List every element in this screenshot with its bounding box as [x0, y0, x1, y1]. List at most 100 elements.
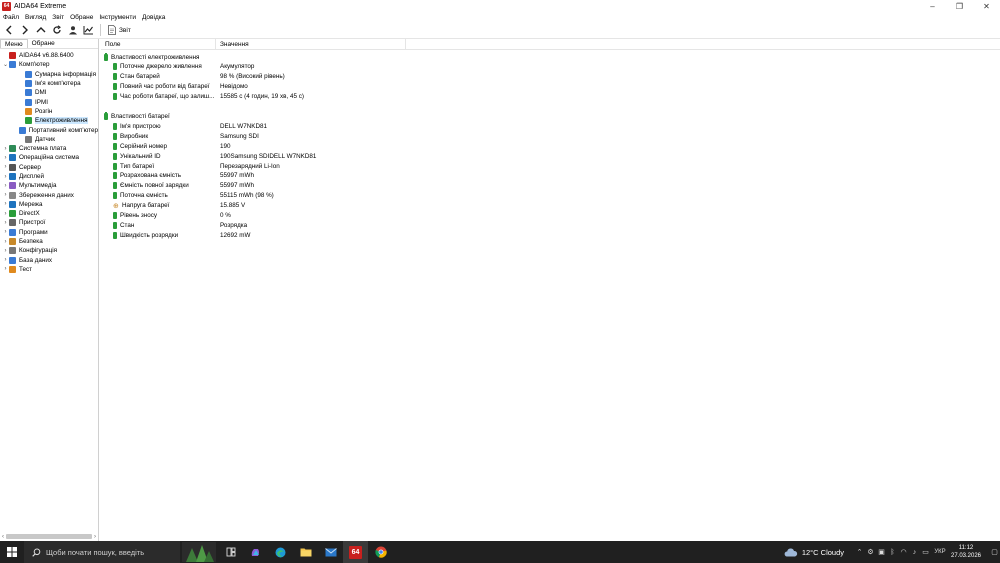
clock[interactable]: 11:12 27.03.2026 [949, 544, 983, 560]
column-value-header[interactable]: Значення [216, 38, 406, 50]
up-button[interactable] [33, 23, 48, 38]
aida64-taskbar-app[interactable]: 64 [343, 541, 368, 563]
tree-item[interactable]: Ім'я комп'ютера [0, 79, 98, 88]
back-button[interactable] [1, 23, 16, 38]
scroll-right-icon[interactable]: › [94, 534, 98, 540]
tree-item[interactable]: › Пристрої [0, 218, 98, 227]
tree-item[interactable]: › Тест [0, 265, 98, 274]
menu-help[interactable]: Довідка [142, 14, 165, 21]
property-row[interactable]: Повний час роботи від батареї Невідомо [101, 82, 1000, 92]
tree-item[interactable]: › Мережа [0, 200, 98, 209]
menu-report[interactable]: Звіт [52, 14, 64, 21]
tree-item[interactable]: Розгін [0, 107, 98, 116]
column-field-header[interactable]: Поле [101, 38, 216, 50]
forward-button[interactable] [17, 23, 32, 38]
settings-tray-icon[interactable]: ⚙ [865, 548, 876, 556]
tree-item[interactable]: › База даних [0, 256, 98, 265]
tree-item[interactable]: AIDA64 v6.88.6400 [0, 51, 98, 60]
scrollbar-thumb[interactable] [6, 534, 92, 539]
property-row[interactable]: Ім'я пристрою DELL W7NKD81 [101, 122, 1000, 132]
property-group-header[interactable]: Властивості батареї [101, 112, 1000, 122]
copilot-app[interactable] [243, 541, 268, 563]
menu-favorites[interactable]: Обране [70, 14, 93, 21]
tree-item[interactable]: Сумарна інформація [0, 70, 98, 79]
volume-icon[interactable]: ♪ [909, 549, 920, 556]
expand-chevron-icon[interactable]: › [2, 183, 9, 189]
property-row[interactable]: Швидкість розрядки 12692 mW [101, 230, 1000, 240]
property-row[interactable]: Час роботи батареї, що залиш... 15585 с (… [101, 92, 1000, 102]
expand-chevron-icon[interactable]: › [2, 174, 9, 180]
language-indicator[interactable]: УКР [931, 549, 949, 555]
tree-item[interactable]: IPMI [0, 97, 98, 106]
expand-chevron-icon[interactable]: › [2, 201, 9, 207]
expand-chevron-icon[interactable]: ⌄ [2, 61, 9, 68]
tree-item[interactable]: › Мультимедіа [0, 181, 98, 190]
tree-item[interactable]: › Сервер [0, 163, 98, 172]
expand-chevron-icon[interactable]: › [2, 229, 9, 235]
camera-tray-icon[interactable]: ▣ [876, 548, 887, 556]
file-explorer-app[interactable] [293, 541, 318, 563]
chrome-app[interactable] [368, 541, 393, 563]
expand-chevron-icon[interactable]: › [2, 211, 9, 217]
menu-tools[interactable]: Інструменти [99, 14, 136, 21]
tree-item[interactable]: › Програми [0, 228, 98, 237]
tree-item[interactable]: › DirectX [0, 209, 98, 218]
notifications-icon[interactable]: ▢ [989, 548, 1000, 556]
chevron-up-icon[interactable]: ⌃ [854, 548, 865, 556]
expand-chevron-icon[interactable]: › [2, 266, 9, 272]
horizontal-scrollbar[interactable]: ‹ › [0, 532, 98, 541]
tree-item[interactable]: Портативний комп'ютер [0, 125, 98, 134]
property-row[interactable]: Ємність повної зарядки 55997 mWh [101, 181, 1000, 191]
mail-app[interactable] [318, 541, 343, 563]
expand-chevron-icon[interactable]: › [2, 239, 9, 245]
menu-file[interactable]: Файл [3, 14, 19, 21]
menu-view[interactable]: Вигляд [25, 14, 46, 21]
tab-menu[interactable]: Меню [0, 39, 28, 48]
expand-chevron-icon[interactable]: › [2, 248, 9, 254]
expand-chevron-icon[interactable]: › [2, 257, 9, 263]
tree-item[interactable]: ⌄ Комп'ютер [0, 60, 98, 69]
maximize-button[interactable]: ❐ [946, 0, 973, 12]
weather-widget[interactable]: 12°C Cloudy [784, 548, 844, 557]
property-row[interactable]: Поточна ємність 55115 mWh (98 %) [101, 191, 1000, 201]
tree-item[interactable]: › Системна плата [0, 144, 98, 153]
start-button[interactable] [0, 541, 24, 563]
property-row[interactable]: Тип батареї Перезарядний Li-Ion [101, 161, 1000, 171]
property-row[interactable]: Стан батарей 98 % (Високий рівень) [101, 72, 1000, 82]
tree-item[interactable]: › Операційна система [0, 153, 98, 162]
close-button[interactable]: ✕ [973, 0, 1000, 12]
wifi-icon[interactable]: ◠ [898, 548, 909, 556]
expand-chevron-icon[interactable]: › [2, 164, 9, 170]
expand-chevron-icon[interactable]: › [2, 192, 9, 198]
bluetooth-icon[interactable]: ᛒ [887, 549, 898, 556]
tree-item[interactable]: › Конфігурація [0, 246, 98, 255]
tab-favorites[interactable]: Обране [28, 39, 59, 48]
property-group-header[interactable]: Властивості електроживлення [101, 52, 1000, 62]
property-row[interactable]: Серійний номер 190 [101, 141, 1000, 151]
minimize-button[interactable]: – [919, 0, 946, 12]
expand-chevron-icon[interactable]: › [2, 146, 9, 152]
tree-item[interactable]: Електроживлення [0, 116, 98, 125]
property-row[interactable]: Стан Розрядка [101, 220, 1000, 230]
expand-chevron-icon[interactable]: › [2, 220, 9, 226]
chart-button[interactable] [81, 23, 96, 38]
taskbar-search[interactable]: Щоби почати пошук, введіть [24, 541, 180, 563]
property-row[interactable]: Виробник Samsung SDI [101, 131, 1000, 141]
expand-chevron-icon[interactable]: › [2, 155, 9, 161]
battery-tray-icon[interactable]: ▭ [920, 548, 931, 556]
tree-item[interactable]: DMI [0, 88, 98, 97]
user-button[interactable] [65, 23, 80, 38]
task-view-button[interactable] [218, 541, 243, 563]
tree-item[interactable]: › Збереження даних [0, 190, 98, 199]
report-button[interactable]: Звіт [105, 23, 134, 37]
tree-item[interactable]: Датчик [0, 135, 98, 144]
tree-item[interactable]: › Дисплей [0, 172, 98, 181]
tree-item[interactable]: › Безпека [0, 237, 98, 246]
scroll-left-icon[interactable]: ‹ [0, 534, 4, 540]
property-row[interactable]: Розрахована ємність 55997 mWh [101, 171, 1000, 181]
search-highlight-image[interactable] [180, 541, 218, 563]
edge-app[interactable] [268, 541, 293, 563]
property-row[interactable]: Поточне джерело живлення Акумулятор [101, 62, 1000, 72]
property-row[interactable]: ⊕ Напруга батареї 15.885 V [101, 201, 1000, 211]
refresh-button[interactable] [49, 23, 64, 38]
